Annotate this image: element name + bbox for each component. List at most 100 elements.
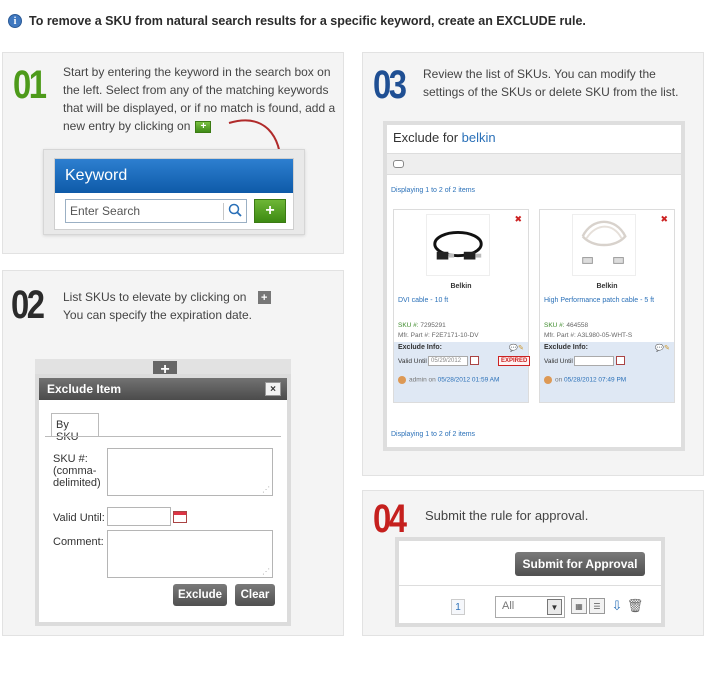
exclude-item-dialog: Exclude Item × By SKU SKU #: (comma- del… bbox=[35, 374, 291, 626]
clear-button[interactable]: Clear bbox=[235, 584, 275, 606]
audit-on: on bbox=[428, 376, 436, 384]
displaying-top: Displaying 1 to 2 of 2 items bbox=[391, 187, 476, 194]
submit-divider bbox=[399, 585, 661, 586]
page-number[interactable]: 1 bbox=[451, 599, 465, 615]
sku-textarea[interactable]: ⋰ bbox=[107, 448, 273, 496]
mfr-part: Mfr. Part #: F2E7171-10-DV bbox=[398, 332, 479, 339]
sku-name-link[interactable]: High Performance patch cable - 5 ft bbox=[544, 297, 654, 304]
submit-panel: Submit for Approval 1 All ▼ ▦ ☰ ⇩ 🗑 bbox=[395, 537, 665, 627]
search-placeholder: Enter Search bbox=[70, 204, 141, 218]
valid-until-label: Valid Until bbox=[544, 358, 573, 365]
dialog-title-text: Exclude Item bbox=[47, 382, 122, 396]
step-4-number: 04 bbox=[373, 497, 407, 541]
audit-line: admin on 05/28/2012 01:59 AM bbox=[398, 376, 499, 384]
sku-card-2: ✖ Belkin High Performance patch cable - … bbox=[539, 209, 675, 403]
calendar-icon[interactable] bbox=[616, 356, 625, 365]
sku-number: SKU #: 464558 bbox=[544, 322, 588, 329]
download-icon[interactable]: ⇩ bbox=[609, 598, 625, 614]
audit-timestamp: 05/28/2012 07:49 PM bbox=[564, 376, 627, 384]
search-divider bbox=[223, 203, 224, 220]
step-2-text-line-2: You can specify the expiration date. bbox=[63, 308, 253, 322]
step-3-number: 03 bbox=[373, 63, 407, 107]
add-entry-icon: + bbox=[195, 120, 212, 133]
mfr-value: F2E7171-10-DV bbox=[431, 332, 479, 339]
info-icon: i bbox=[8, 14, 22, 28]
comment-bubble-icon[interactable] bbox=[393, 160, 404, 168]
keyword-box-frame: Keyword Enter Search + bbox=[43, 149, 305, 235]
delete-sku-icon[interactable]: ✖ bbox=[660, 214, 668, 225]
comment-edit-icons[interactable]: 💬✎ bbox=[655, 344, 670, 352]
sku-key: SKU #: bbox=[544, 322, 565, 329]
search-icon[interactable] bbox=[228, 203, 242, 217]
trash-icon[interactable]: 🗑 bbox=[627, 598, 644, 614]
audit-on: on bbox=[555, 376, 563, 384]
submit-for-approval-button[interactable]: Submit for Approval bbox=[515, 552, 645, 576]
exclude-info: Exclude Info: 💬✎ Valid Until on 05/28/20… bbox=[540, 342, 674, 402]
grid-view-icon[interactable]: ▦ bbox=[571, 598, 587, 614]
mfr-key: Mfr. Part #: bbox=[398, 332, 430, 339]
tab-divider bbox=[45, 436, 281, 437]
close-icon[interactable]: × bbox=[265, 382, 281, 396]
exclude-keyword: belkin bbox=[461, 130, 496, 145]
exclude-info: Exclude Info: 💬✎ Valid Until 05/29/2012 … bbox=[394, 342, 531, 402]
exclude-info-title: Exclude Info: bbox=[398, 344, 442, 351]
step-2-panel: 02 List SKUs to elevate by clicking on +… bbox=[2, 270, 344, 636]
step-3-panel: 03 Review the list of SKUs. You can modi… bbox=[362, 52, 704, 476]
mfr-part: Mfr. Part #: A3L980-05-WHT-S bbox=[544, 332, 632, 339]
valid-until-label: Valid Until: bbox=[53, 512, 105, 524]
step-1-number: 01 bbox=[13, 63, 47, 107]
keyword-title: Keyword bbox=[55, 159, 293, 193]
exclude-toolbar bbox=[387, 153, 681, 175]
sku-brand: Belkin bbox=[450, 283, 472, 290]
step-4-panel: 04 Submit the rule for approval. Submit … bbox=[362, 490, 704, 636]
sku-label: SKU #: (comma- delimited) bbox=[53, 453, 101, 489]
audit-line: on 05/28/2012 07:49 PM bbox=[544, 376, 626, 384]
mfr-value: A3L980-05-WHT-S bbox=[577, 332, 633, 339]
step-2-number: 02 bbox=[11, 283, 45, 327]
user-avatar-icon bbox=[544, 376, 552, 384]
step-1-panel: 01 Start by entering the keyword in the … bbox=[2, 52, 344, 254]
exclude-list-header: Exclude for belkin bbox=[387, 125, 681, 151]
exclude-button[interactable]: Exclude bbox=[173, 584, 227, 606]
calendar-icon[interactable] bbox=[173, 511, 187, 523]
sku-value: 7295291 bbox=[420, 322, 446, 329]
step-2-text-line-1: List SKUs to elevate by clicking on + bbox=[63, 288, 271, 306]
chevron-down-icon[interactable]: ▼ bbox=[547, 599, 562, 615]
mfr-key: Mfr. Part #: bbox=[544, 332, 576, 339]
sku-value: 464558 bbox=[566, 322, 589, 329]
step-2-instructions: List SKUs to elevate by clicking on bbox=[63, 290, 247, 304]
list-view-icon[interactable]: ☰ bbox=[589, 598, 605, 614]
exclude-info-title: Exclude Info: bbox=[544, 344, 588, 351]
sku-key: SKU #: bbox=[398, 322, 419, 329]
exclude-list-panel: Exclude for belkin Displaying 1 to 2 of … bbox=[383, 121, 685, 451]
sku-number: SKU #: 7295291 bbox=[398, 322, 446, 329]
valid-until-input[interactable] bbox=[574, 356, 614, 366]
tab-by-sku[interactable]: By SKU bbox=[51, 413, 99, 443]
add-sku-icon: + bbox=[257, 291, 271, 305]
calendar-icon[interactable] bbox=[470, 356, 479, 365]
comment-label: Comment: bbox=[53, 536, 104, 548]
sku-name-link[interactable]: DVI cable - 10 ft bbox=[398, 297, 448, 304]
comment-edit-icons[interactable]: 💬✎ bbox=[509, 344, 524, 352]
intro-text: To remove a SKU from natural search resu… bbox=[29, 14, 586, 28]
expired-badge: EXPIRED bbox=[498, 356, 531, 366]
add-keyword-button[interactable]: + bbox=[254, 199, 286, 223]
valid-until-input[interactable]: 05/29/2012 bbox=[428, 356, 468, 366]
intro-header: i To remove a SKU from natural search re… bbox=[8, 10, 586, 32]
comment-textarea[interactable]: ⋰ bbox=[107, 530, 273, 578]
patch-cable-image bbox=[572, 214, 636, 276]
filter-select[interactable]: All ▼ bbox=[495, 596, 565, 618]
dialog-title: Exclude Item × bbox=[39, 378, 287, 400]
delete-sku-icon[interactable]: ✖ bbox=[514, 214, 522, 225]
step-3-text: Review the list of SKUs. You can modify … bbox=[423, 67, 679, 99]
user-avatar-icon bbox=[398, 376, 406, 384]
step-4-text: Submit the rule for approval. bbox=[425, 508, 589, 523]
audit-user: admin bbox=[409, 376, 427, 384]
sku-brand: Belkin bbox=[596, 283, 618, 290]
keyword-box: Keyword Enter Search + bbox=[54, 158, 294, 230]
dvi-cable-image bbox=[426, 214, 490, 276]
sku-card-1: ✖ Belkin DVI cable - 10 ft SKU #: 729529… bbox=[393, 209, 531, 403]
search-input[interactable]: Enter Search bbox=[65, 199, 247, 223]
valid-until-input[interactable] bbox=[107, 507, 171, 526]
valid-until-label: Valid Until bbox=[398, 358, 427, 365]
